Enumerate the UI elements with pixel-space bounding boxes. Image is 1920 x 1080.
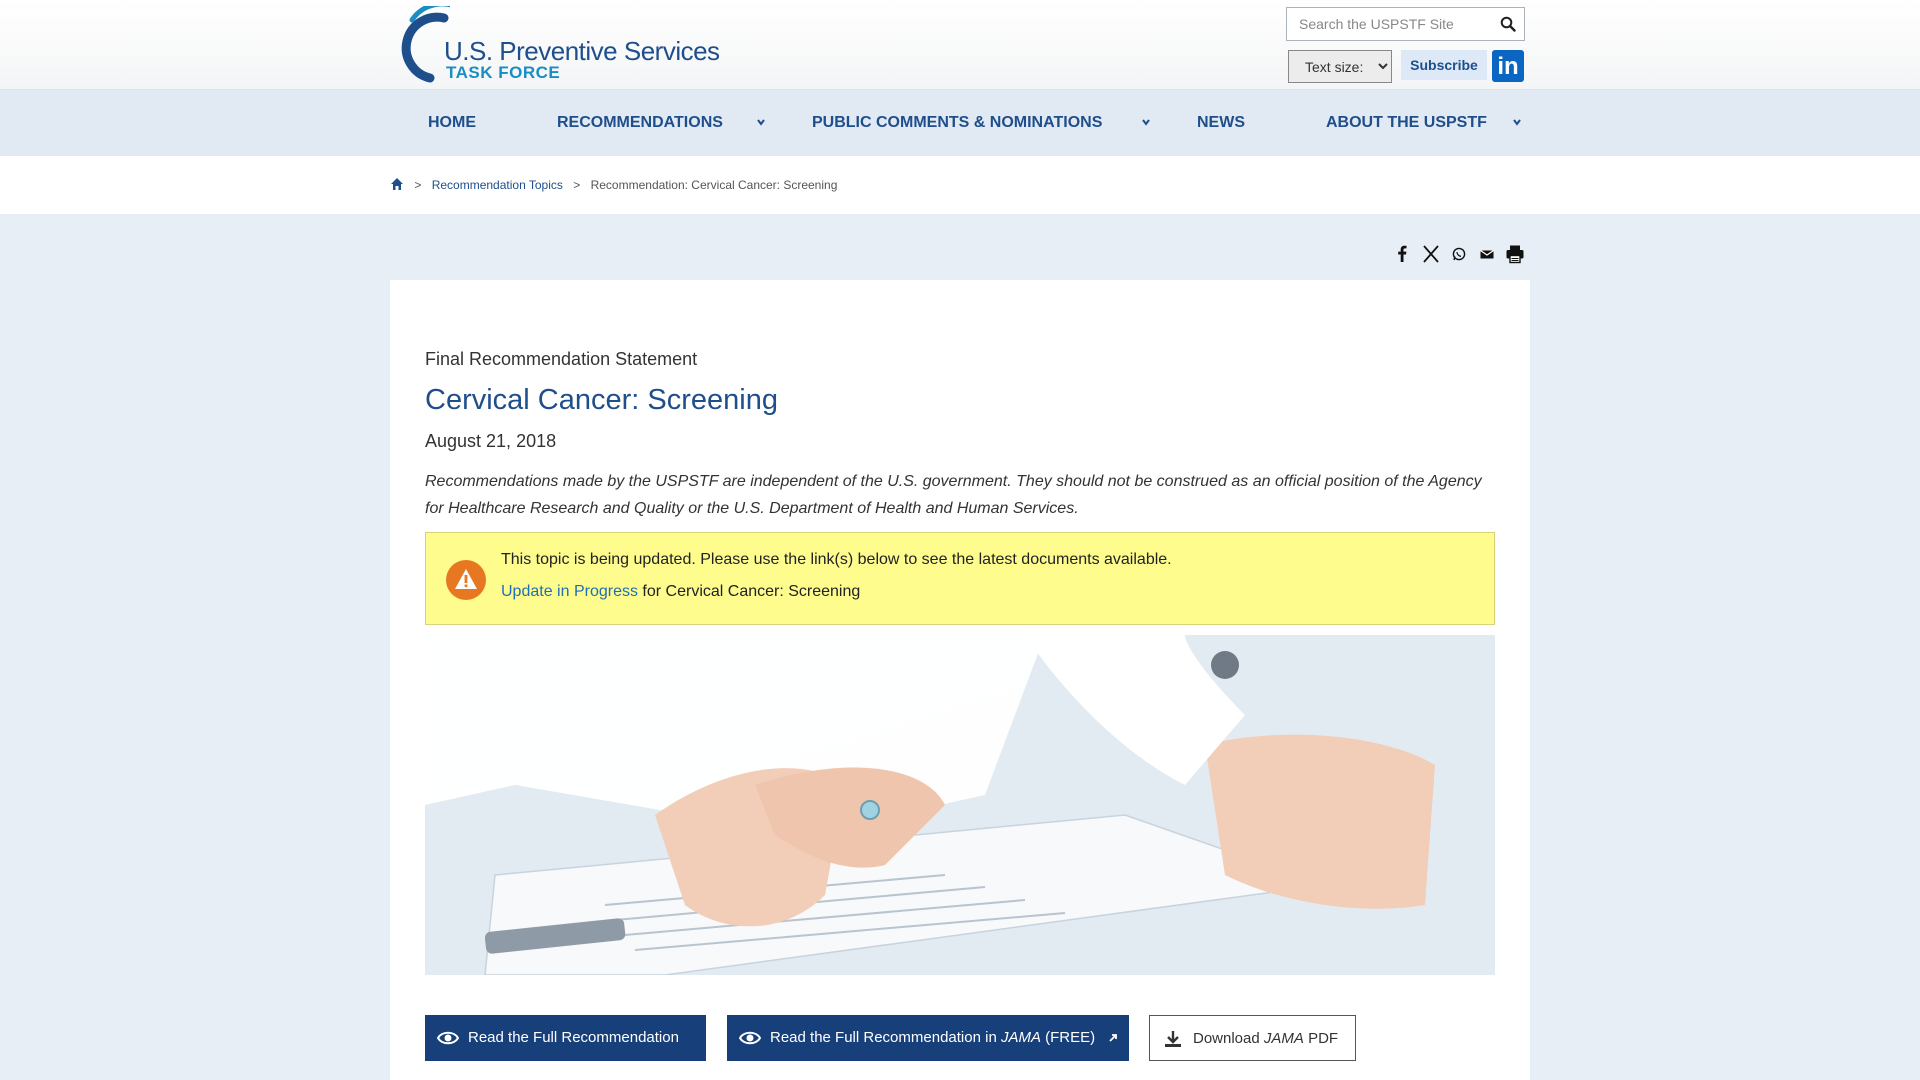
nav-item-public-comments[interactable]: PUBLIC COMMENTS & NOMINATIONS [812,90,1102,156]
print-icon[interactable] [1505,244,1525,264]
download-prefix: Download [1193,1030,1264,1047]
uspstf-logo[interactable]: U.S. Preventive Services TASK FORCE [390,6,720,84]
whatsapp-icon[interactable] [1451,244,1467,264]
linkedin-icon[interactable]: in [1492,50,1524,82]
read-jama-journal: JAMA [1000,1029,1041,1046]
facebook-icon[interactable] [1396,244,1408,264]
read-jama-suffix: (FREE) [1040,1029,1096,1046]
download-suffix: PDF [1303,1030,1339,1047]
read-jama-prefix: Read the Full Recommendation in [770,1029,1001,1046]
breadcrumb: > Recommendation Topics > Recommendation… [390,177,837,192]
logo-subtitle: TASK FORCE [446,63,561,82]
page-title: Cervical Cancer: Screening [425,384,778,416]
download-jama-pdf-button[interactable]: Download JAMA PDF [1149,1015,1356,1061]
breadcrumb-link-topics[interactable]: Recommendation Topics [432,178,563,192]
chevron-down-icon[interactable] [756,117,766,127]
site-header: U.S. Preventive Services TASK FORCE Text… [0,0,1920,90]
search-field [1286,7,1525,41]
download-label: Download JAMA PDF [1193,1030,1338,1047]
publish-date: August 21, 2018 [425,431,557,451]
search-icon[interactable] [1500,16,1516,32]
nav-item-about[interactable]: ABOUT THE USPSTF [1326,90,1487,156]
doctor-hands-illustration [425,635,1495,975]
update-alert: This topic is being updated. Please use … [425,532,1495,625]
external-link-icon [1109,1034,1117,1042]
statement-type: Final Recommendation Statement [425,349,698,369]
warning-icon [446,560,486,600]
read-full-label: Read the Full Recommendation [468,1029,679,1046]
home-icon[interactable] [390,177,404,191]
eye-icon [437,1031,459,1045]
x-icon[interactable] [1422,244,1440,264]
breadcrumb-current: Recommendation: Cervical Cancer: Screeni… [590,178,838,192]
download-journal: JAMA [1263,1030,1304,1047]
alert-link-suffix: for Cervical Cancer: Screening [637,583,861,600]
nav-item-recommendations[interactable]: RECOMMENDATIONS [557,90,723,156]
subscribe-button[interactable]: Subscribe [1401,50,1487,80]
nav-item-news[interactable]: NEWS [1197,90,1245,156]
chevron-down-icon[interactable] [1512,117,1522,127]
logo-mark-icon [401,6,450,83]
breadcrumb-separator: > [414,178,422,192]
alert-message: This topic is being updated. Please use … [501,551,1172,568]
read-jama-label: Read the Full Recommendation in JAMA (FR… [770,1029,1095,1046]
disclaimer-text: Recommendations made by the USPSTF are i… [425,473,1482,517]
hero-image [425,635,1495,975]
read-jama-button[interactable]: Read the Full Recommendation in JAMA (FR… [727,1015,1129,1061]
breadcrumb-separator: > [573,178,581,192]
breadcrumb-bar: > Recommendation Topics > Recommendation… [0,156,1920,214]
chevron-down-icon[interactable] [1141,117,1151,127]
text-size-select[interactable]: Text size: [1288,50,1392,83]
read-full-recommendation-button[interactable]: Read the Full Recommendation [425,1015,706,1061]
update-in-progress-link[interactable]: Update in Progress [501,583,638,600]
nav-item-home[interactable]: HOME [428,90,476,156]
eye-icon [739,1031,761,1045]
email-icon[interactable] [1479,244,1495,264]
download-icon [1165,1031,1181,1047]
main-nav: HOME RECOMMENDATIONS PUBLIC COMMENTS & N… [0,90,1920,156]
recommendation-card: Final Recommendation Statement Cervical … [390,280,1530,1080]
alert-link-line: Update in Progress for Cervical Cancer: … [501,583,860,601]
search-input[interactable] [1287,8,1487,40]
